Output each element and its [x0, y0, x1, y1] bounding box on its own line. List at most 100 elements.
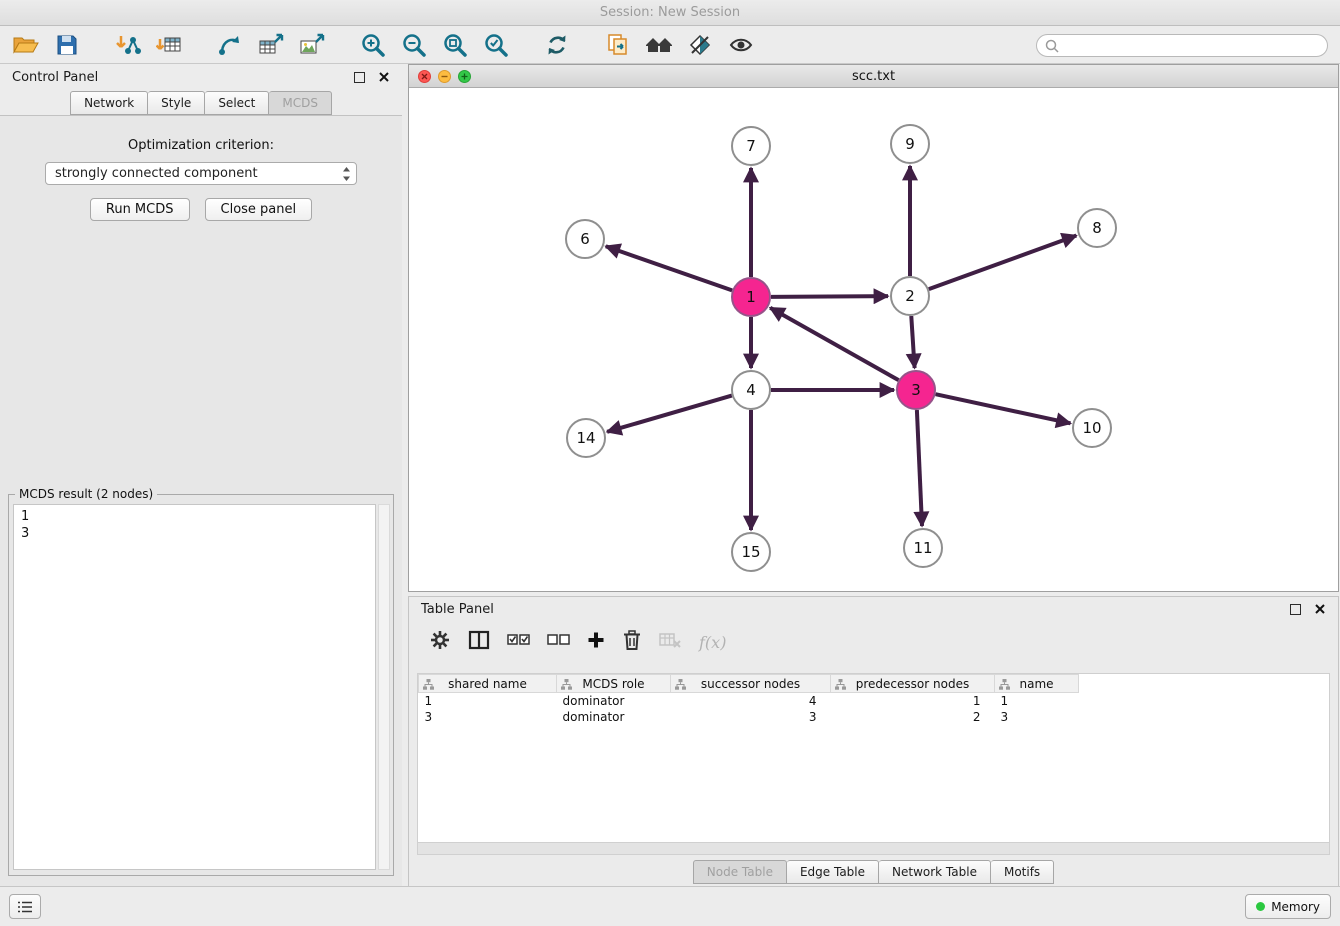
graph-node-15[interactable]: 15 — [732, 533, 770, 571]
tab-network[interactable]: Network — [70, 91, 148, 115]
tab-edge-table[interactable]: Edge Table — [787, 860, 879, 884]
node-table: shared name MCDS role successor nodes pr… — [417, 673, 1330, 847]
import-table-icon[interactable] — [153, 30, 185, 60]
column-header-mcds-role[interactable]: MCDS role — [557, 675, 671, 693]
tab-network-table[interactable]: Network Table — [879, 860, 991, 884]
mcds-result-title: MCDS result (2 nodes) — [15, 487, 157, 501]
zoom-out-icon[interactable] — [398, 30, 430, 60]
run-mcds-button[interactable]: Run MCDS — [90, 198, 190, 221]
close-table-panel-icon[interactable] — [1314, 603, 1326, 615]
graph-edge-3-11[interactable] — [917, 410, 922, 526]
tab-node-table[interactable]: Node Table — [693, 860, 787, 884]
deselect-all-icon[interactable] — [547, 632, 570, 652]
network-canvas[interactable]: 7 9 6 8 1 2 4 3 14 10 15 11 — [409, 88, 1338, 591]
column-type-icon — [423, 679, 434, 693]
tab-select[interactable]: Select — [205, 91, 269, 115]
table-row[interactable]: 3 dominator 3 2 3 — [419, 709, 1330, 725]
zoom-selected-icon[interactable] — [480, 30, 512, 60]
graph-node-10[interactable]: 10 — [1073, 409, 1111, 447]
open-session-icon[interactable] — [10, 30, 42, 60]
maximize-window-icon[interactable] — [458, 70, 471, 83]
tab-mcds[interactable]: MCDS — [269, 91, 332, 115]
table-horizontal-scrollbar[interactable] — [417, 842, 1330, 855]
search-box[interactable] — [1036, 34, 1328, 57]
style-preview-icon[interactable] — [684, 30, 716, 60]
close-panel-icon[interactable] — [378, 71, 390, 83]
close-panel-button[interactable]: Close panel — [205, 198, 313, 221]
mcds-result-item[interactable]: 1 — [21, 508, 368, 525]
control-panel-title: Control Panel — [12, 70, 98, 85]
table-row[interactable]: 1 dominator 4 1 1 — [419, 693, 1330, 709]
svg-text:7: 7 — [746, 137, 756, 155]
memory-button[interactable]: Memory — [1245, 894, 1331, 919]
graph-edge-2-3[interactable] — [911, 316, 914, 368]
table-panel-title: Table Panel — [421, 602, 494, 617]
graph-node-4[interactable]: 4 — [732, 371, 770, 409]
import-network-icon[interactable] — [112, 30, 144, 60]
column-header-shared-name[interactable]: shared name — [419, 675, 557, 693]
export-image-icon[interactable] — [296, 30, 328, 60]
mcds-result-list[interactable]: 1 3 — [13, 504, 376, 870]
graph-node-7[interactable]: 7 — [732, 127, 770, 165]
network-window-titlebar[interactable]: scc.txt — [409, 65, 1338, 88]
float-panel-icon[interactable] — [354, 72, 365, 83]
select-all-icon[interactable] — [507, 632, 530, 652]
column-header-filler — [1079, 675, 1330, 693]
show-panels-button[interactable] — [9, 894, 41, 919]
memory-status-icon — [1256, 902, 1265, 911]
graph-edge-1-2[interactable] — [771, 296, 888, 297]
graph-node-2[interactable]: 2 — [891, 277, 929, 315]
svg-text:4: 4 — [746, 381, 756, 399]
graph-node-8[interactable]: 8 — [1078, 209, 1116, 247]
status-bar: Memory — [0, 886, 1340, 926]
home-view-icon[interactable] — [643, 30, 675, 60]
application-window: Session: New Session — [0, 0, 1340, 926]
graph-edge-2-8[interactable] — [929, 236, 1077, 290]
graph-node-3[interactable]: 3 — [897, 371, 935, 409]
refresh-icon[interactable] — [541, 30, 573, 60]
graph-node-1[interactable]: 1 — [732, 278, 770, 316]
criterion-dropdown[interactable]: strongly connected component — [45, 162, 357, 185]
svg-text:1: 1 — [746, 288, 756, 306]
column-type-icon — [835, 679, 846, 693]
svg-text:11: 11 — [913, 539, 932, 557]
delete-column-icon[interactable] — [622, 629, 642, 655]
window-titlebar: Session: New Session — [0, 0, 1340, 26]
mcds-result-item[interactable]: 3 — [21, 525, 368, 542]
copy-network-icon[interactable] — [602, 30, 634, 60]
graph-edge-1-6[interactable] — [606, 246, 732, 290]
search-input[interactable] — [1059, 39, 1319, 53]
graph-edge-4-14[interactable] — [607, 396, 732, 432]
column-type-icon — [675, 679, 686, 693]
network-canvas-container: 7 9 6 8 1 2 4 3 14 10 15 11 — [409, 88, 1338, 591]
mcds-result-scrollbar[interactable] — [378, 504, 390, 870]
column-header-predecessor-nodes[interactable]: predecessor nodes — [831, 675, 995, 693]
graph-node-6[interactable]: 6 — [566, 220, 604, 258]
dropdown-stepper-icon — [342, 166, 351, 186]
show-columns-icon[interactable] — [468, 630, 490, 654]
tab-motifs[interactable]: Motifs — [991, 860, 1054, 884]
column-header-name[interactable]: name — [995, 675, 1079, 693]
svg-text:14: 14 — [576, 429, 595, 447]
save-session-icon[interactable] — [51, 30, 83, 60]
graph-edge-3-1[interactable] — [770, 308, 898, 380]
graph-node-9[interactable]: 9 — [891, 125, 929, 163]
column-header-successor-nodes[interactable]: successor nodes — [671, 675, 831, 693]
graph-node-11[interactable]: 11 — [904, 529, 942, 567]
zoom-in-icon[interactable] — [357, 30, 389, 60]
close-window-icon[interactable] — [418, 70, 431, 83]
window-title: Session: New Session — [600, 5, 740, 20]
minimize-window-icon[interactable] — [438, 70, 451, 83]
zoom-fit-icon[interactable] — [439, 30, 471, 60]
table-settings-gear-icon[interactable] — [429, 629, 451, 655]
graph-node-14[interactable]: 14 — [567, 419, 605, 457]
export-table-icon[interactable] — [255, 30, 287, 60]
float-table-panel-icon[interactable] — [1290, 604, 1301, 615]
show-graphics-details-icon[interactable] — [725, 30, 757, 60]
search-icon — [1045, 39, 1059, 53]
tab-style[interactable]: Style — [148, 91, 205, 115]
new-network-icon[interactable] — [214, 30, 246, 60]
add-column-icon[interactable] — [587, 631, 605, 653]
graph-edge-3-10[interactable] — [936, 394, 1071, 423]
svg-text:6: 6 — [580, 230, 590, 248]
